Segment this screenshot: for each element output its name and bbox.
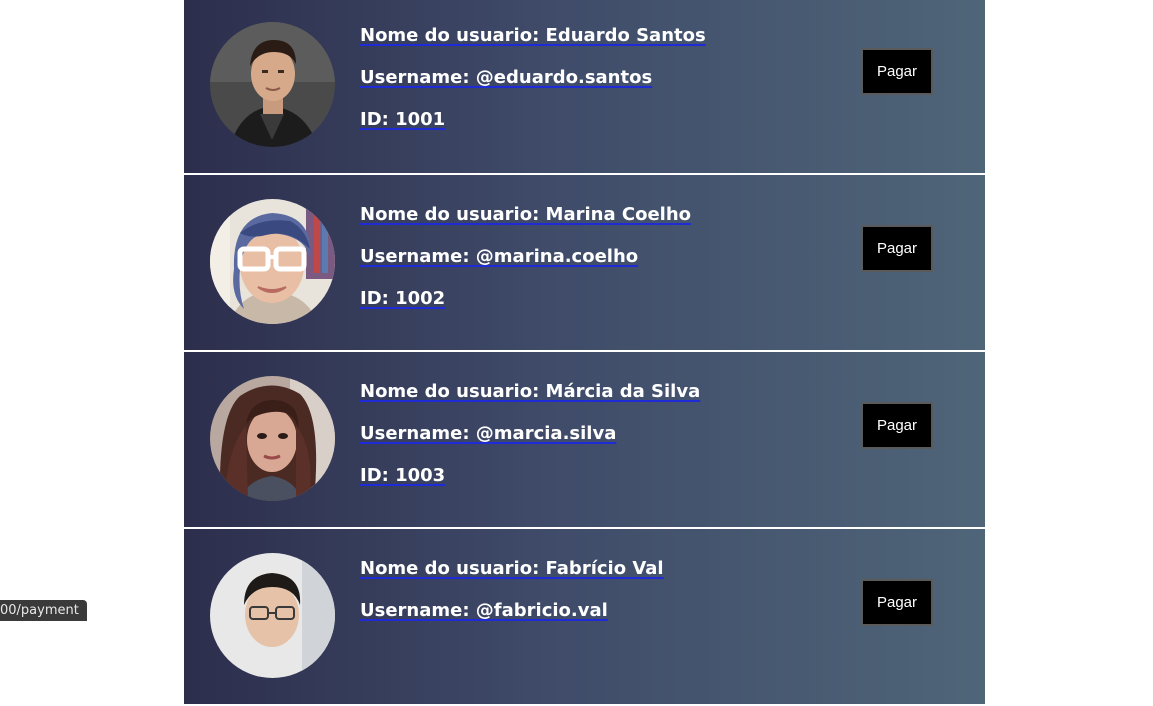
user-username[interactable]: Username: @fabricio.val [360,601,664,621]
user-id[interactable]: ID: 1002 [360,289,691,309]
user-card: Nome do usuario: Marina Coelho Username:… [184,175,985,352]
user-id[interactable]: ID: 1003 [360,466,700,486]
user-info: Nome do usuario: Eduardo Santos Username… [360,26,706,152]
user-id[interactable]: ID: 1001 [360,110,706,130]
avatar [210,22,335,147]
user-name[interactable]: Nome do usuario: Márcia da Silva [360,382,700,402]
user-card: Nome do usuario: Márcia da Silva Usernam… [184,352,985,529]
user-card: Nome do usuario: Fabrício Val Username: … [184,529,985,706]
pay-button[interactable]: Pagar [861,579,933,626]
user-name[interactable]: Nome do usuario: Marina Coelho [360,205,691,225]
pay-button[interactable]: Pagar [861,402,933,449]
pay-button[interactable]: Pagar [861,48,933,95]
link-status-bar: 00/payment [0,600,87,621]
user-name[interactable]: Nome do usuario: Eduardo Santos [360,26,706,46]
avatar [210,199,335,324]
user-username[interactable]: Username: @marcia.silva [360,424,700,444]
pay-button[interactable]: Pagar [861,225,933,272]
user-username[interactable]: Username: @eduardo.santos [360,68,706,88]
user-card: Nome do usuario: Eduardo Santos Username… [184,0,985,175]
user-username[interactable]: Username: @marina.coelho [360,247,691,267]
user-info: Nome do usuario: Márcia da Silva Usernam… [360,382,700,508]
user-list: Nome do usuario: Eduardo Santos Username… [184,0,985,706]
user-info: Nome do usuario: Marina Coelho Username:… [360,205,691,331]
user-name[interactable]: Nome do usuario: Fabrício Val [360,559,664,579]
user-info: Nome do usuario: Fabrício Val Username: … [360,559,664,643]
avatar [210,376,335,501]
avatar [210,553,335,678]
